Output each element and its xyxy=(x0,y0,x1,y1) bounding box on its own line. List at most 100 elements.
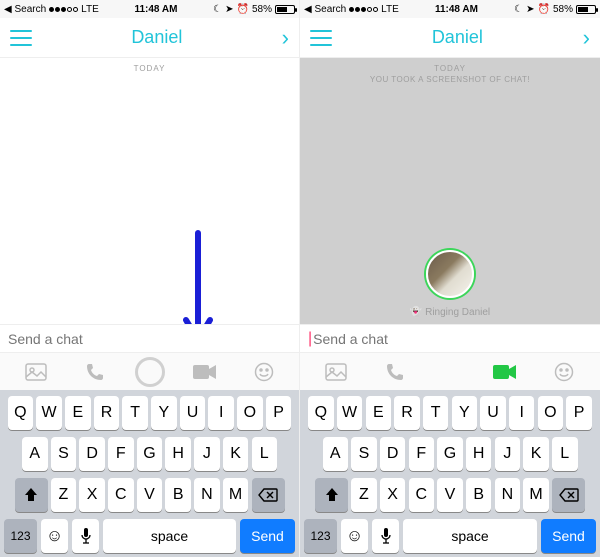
key-d[interactable]: D xyxy=(79,437,105,471)
video-icon[interactable] xyxy=(486,359,524,385)
key-z[interactable]: Z xyxy=(51,478,77,512)
phone-icon[interactable] xyxy=(76,359,114,385)
key-row-bottom: 123 ☺ space Send xyxy=(3,519,296,553)
key-emoji[interactable]: ☺ xyxy=(341,519,368,553)
key-shift[interactable] xyxy=(315,478,348,512)
key-a[interactable]: A xyxy=(22,437,48,471)
chat-body[interactable]: TODAY YOU TOOK A SCREENSHOT OF CHAT! 👻 R… xyxy=(300,58,600,324)
key-b[interactable]: B xyxy=(165,478,191,512)
back-to-app[interactable]: ◀ Search xyxy=(304,4,346,15)
key-o[interactable]: O xyxy=(538,396,564,430)
key-m[interactable]: M xyxy=(223,478,249,512)
message-input[interactable] xyxy=(313,331,592,347)
key-a[interactable]: A xyxy=(323,437,349,471)
menu-button[interactable] xyxy=(310,30,332,46)
forward-chevron-icon[interactable]: › xyxy=(282,25,289,51)
key-q[interactable]: Q xyxy=(8,396,34,430)
key-t[interactable]: T xyxy=(122,396,148,430)
nav-bar: Daniel › xyxy=(300,18,600,58)
key-p[interactable]: P xyxy=(566,396,592,430)
forward-chevron-icon[interactable]: › xyxy=(583,25,590,51)
key-j[interactable]: J xyxy=(194,437,220,471)
key-e[interactable]: E xyxy=(366,396,392,430)
key-p[interactable]: P xyxy=(266,396,292,430)
key-c[interactable]: C xyxy=(108,478,134,512)
back-to-app[interactable]: ◀ Search xyxy=(4,4,46,15)
key-i[interactable]: I xyxy=(208,396,234,430)
key-row-1: Q W E R T Y U I O P xyxy=(3,396,296,430)
key-numbers[interactable]: 123 xyxy=(4,519,37,553)
gallery-icon[interactable] xyxy=(317,359,355,385)
key-n[interactable]: N xyxy=(194,478,220,512)
key-dictation[interactable] xyxy=(372,519,399,553)
video-icon[interactable] xyxy=(186,359,224,385)
left-screenshot: ◀ Search LTE 11:48 AM ☾ ➤ ⏰ 58% Daniel ›… xyxy=(0,0,300,557)
clock: 11:48 AM xyxy=(134,4,177,15)
key-z[interactable]: Z xyxy=(351,478,377,512)
emoji-icon[interactable] xyxy=(245,359,283,385)
key-w[interactable]: W xyxy=(337,396,363,430)
key-send[interactable]: Send xyxy=(541,519,596,553)
key-h[interactable]: H xyxy=(466,437,492,471)
key-u[interactable]: U xyxy=(180,396,206,430)
avatar[interactable] xyxy=(426,250,474,298)
key-row-2: A S D F G H J K L xyxy=(303,437,597,471)
key-o[interactable]: O xyxy=(237,396,263,430)
key-space[interactable]: space xyxy=(103,519,236,553)
key-v[interactable]: V xyxy=(137,478,163,512)
key-w[interactable]: W xyxy=(36,396,62,430)
camera-shutter[interactable] xyxy=(135,357,165,387)
key-x[interactable]: X xyxy=(79,478,105,512)
key-send[interactable]: Send xyxy=(240,519,295,553)
key-k[interactable]: K xyxy=(523,437,549,471)
key-u[interactable]: U xyxy=(480,396,506,430)
message-input-row[interactable]: | xyxy=(300,324,600,352)
status-bar: ◀ Search LTE 11:48 AM ☾ ➤ ⏰ 58% xyxy=(0,0,299,18)
key-r[interactable]: R xyxy=(394,396,420,430)
key-s[interactable]: S xyxy=(51,437,77,471)
key-h[interactable]: H xyxy=(165,437,191,471)
key-dictation[interactable] xyxy=(72,519,99,553)
key-space[interactable]: space xyxy=(403,519,537,553)
key-l[interactable]: L xyxy=(552,437,578,471)
key-f[interactable]: F xyxy=(108,437,134,471)
key-x[interactable]: X xyxy=(380,478,406,512)
key-y[interactable]: Y xyxy=(151,396,177,430)
key-y[interactable]: Y xyxy=(452,396,478,430)
key-l[interactable]: L xyxy=(252,437,278,471)
key-numbers[interactable]: 123 xyxy=(304,519,337,553)
key-row-2: A S D F G H J K L xyxy=(3,437,296,471)
key-t[interactable]: T xyxy=(423,396,449,430)
key-g[interactable]: G xyxy=(137,437,163,471)
key-backspace[interactable] xyxy=(252,478,285,512)
message-input-row[interactable] xyxy=(0,324,299,352)
key-f[interactable]: F xyxy=(409,437,435,471)
emoji-icon[interactable] xyxy=(545,359,583,385)
key-m[interactable]: M xyxy=(523,478,549,512)
key-s[interactable]: S xyxy=(351,437,377,471)
key-row-1: Q W E R T Y U I O P xyxy=(303,396,597,430)
key-k[interactable]: K xyxy=(223,437,249,471)
key-d[interactable]: D xyxy=(380,437,406,471)
carrier-label: LTE xyxy=(381,4,399,15)
menu-button[interactable] xyxy=(10,30,32,46)
key-backspace[interactable] xyxy=(552,478,585,512)
message-input[interactable] xyxy=(8,331,291,347)
key-g[interactable]: G xyxy=(437,437,463,471)
key-j[interactable]: J xyxy=(495,437,521,471)
key-b[interactable]: B xyxy=(466,478,492,512)
status-bar: ◀ Search LTE 11:48 AM ☾ ➤ ⏰ 58% xyxy=(300,0,600,18)
chat-body[interactable]: TODAY xyxy=(0,58,299,324)
key-i[interactable]: I xyxy=(509,396,535,430)
key-n[interactable]: N xyxy=(495,478,521,512)
key-e[interactable]: E xyxy=(65,396,91,430)
phone-icon[interactable] xyxy=(376,359,414,385)
key-shift[interactable] xyxy=(15,478,48,512)
key-emoji[interactable]: ☺ xyxy=(41,519,68,553)
chat-title: Daniel xyxy=(432,27,483,48)
key-c[interactable]: C xyxy=(409,478,435,512)
key-v[interactable]: V xyxy=(437,478,463,512)
key-r[interactable]: R xyxy=(94,396,120,430)
gallery-icon[interactable] xyxy=(17,359,55,385)
key-q[interactable]: Q xyxy=(308,396,334,430)
